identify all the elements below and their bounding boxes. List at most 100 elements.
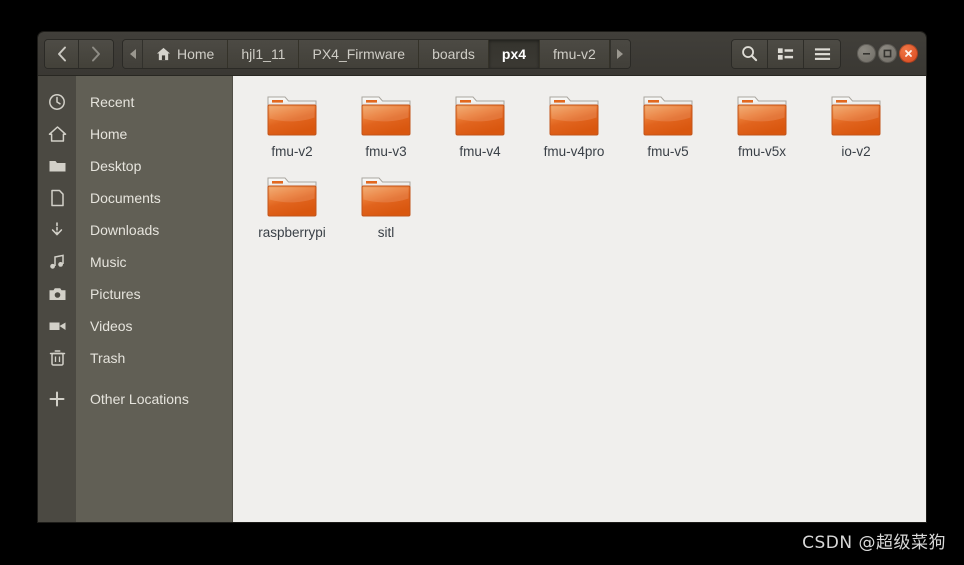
breadcrumb-item-px4-firmware[interactable]: PX4_Firmware <box>299 39 420 68</box>
hamburger-menu-icon <box>814 47 830 60</box>
sidebar-item-label: Recent <box>90 94 135 110</box>
folder-icon <box>737 96 787 136</box>
chevron-left-icon <box>57 46 66 61</box>
watermark: CSDN @超级菜狗 <box>802 533 946 553</box>
titlebar: Home hjl1_11 PX4_Firmware boards px4 fmu… <box>38 32 926 76</box>
scroll-path-left-button[interactable] <box>123 39 143 68</box>
file-label: io-v2 <box>841 144 871 159</box>
file-item[interactable]: sitl <box>339 171 433 240</box>
forward-button[interactable] <box>79 39 113 68</box>
folder-icon-wrapper <box>360 174 412 220</box>
search-icon <box>742 46 758 62</box>
sidebar-item-label: Videos <box>90 318 133 334</box>
rail-divider <box>38 374 76 383</box>
triangle-left-icon <box>129 48 136 59</box>
sidebar-item-label: Desktop <box>90 158 142 174</box>
minimize-icon <box>863 53 870 55</box>
sidebar-item-music[interactable]: Music <box>76 246 232 278</box>
sidebar-item-other-locations[interactable]: Other Locations <box>76 383 232 415</box>
file-item[interactable]: fmu-v4 <box>433 90 527 159</box>
folder-icon <box>831 96 881 136</box>
breadcrumb-item-hjl1_11[interactable]: hjl1_11 <box>228 39 300 68</box>
file-item[interactable]: fmu-v5x <box>715 90 809 159</box>
folder-icon <box>643 96 693 136</box>
breadcrumb: Home hjl1_11 PX4_Firmware boards px4 fmu… <box>122 38 631 69</box>
breadcrumb-item-home[interactable]: Home <box>143 39 229 68</box>
folder-icon <box>267 177 317 217</box>
plus-icon[interactable] <box>38 383 76 415</box>
folder-icon <box>549 96 599 136</box>
close-icon <box>905 50 912 57</box>
file-label: fmu-v5x <box>737 144 786 159</box>
file-label: fmu-v3 <box>365 144 407 159</box>
minimize-button[interactable] <box>857 44 876 63</box>
camera-icon[interactable] <box>38 278 76 310</box>
download-icon[interactable] <box>38 214 76 246</box>
menu-button[interactable] <box>804 39 840 68</box>
maximize-button[interactable] <box>878 44 897 63</box>
sidebar-item-trash[interactable]: Trash <box>76 342 232 374</box>
document-icon[interactable] <box>38 182 76 214</box>
file-item[interactable]: fmu-v5 <box>621 90 715 159</box>
scroll-path-right-button[interactable] <box>609 39 630 68</box>
sidebar-item-label: Documents <box>90 190 161 206</box>
breadcrumb-label: Home <box>177 45 215 62</box>
folder-icon-wrapper <box>736 93 788 139</box>
file-label: fmu-v4pro <box>543 144 605 159</box>
trash-icon[interactable] <box>38 342 76 374</box>
nav-button-group <box>44 38 114 69</box>
sidebar: Recent Home Desktop Documents Downloads … <box>76 76 233 522</box>
sidebar-item-downloads[interactable]: Downloads <box>76 214 232 246</box>
sidebar-item-pictures[interactable]: Pictures <box>76 278 232 310</box>
clock-icon[interactable] <box>38 86 76 118</box>
sidebar-item-label: Other Locations <box>90 391 189 407</box>
file-label: fmu-v2 <box>271 144 313 159</box>
video-camera-icon[interactable] <box>38 310 76 342</box>
breadcrumb-label: px4 <box>501 45 527 62</box>
sidebar-item-label: Home <box>90 126 128 142</box>
sidebar-item-label: Music <box>90 254 127 270</box>
window-body: Recent Home Desktop Documents Downloads … <box>38 76 926 522</box>
file-item[interactable]: fmu-v3 <box>339 90 433 159</box>
breadcrumb-item-fmu-v2[interactable]: fmu-v2 <box>540 39 610 68</box>
file-grid[interactable]: fmu-v2 fmu-v3 fmu-v4 fmu-v4pro fmu-v5 fm… <box>233 76 926 522</box>
home-icon[interactable] <box>38 118 76 150</box>
sidebar-icon-rail <box>38 76 76 522</box>
sidebar-item-videos[interactable]: Videos <box>76 310 232 342</box>
triangle-right-icon <box>617 48 624 59</box>
breadcrumb-label: fmu-v2 <box>553 45 596 62</box>
sidebar-item-label: Downloads <box>90 222 160 238</box>
maximize-icon <box>883 49 892 58</box>
sidebar-item-documents[interactable]: Documents <box>76 182 232 214</box>
breadcrumb-item-px4[interactable]: px4 <box>488 39 541 68</box>
breadcrumb-label: boards <box>432 45 475 62</box>
file-item[interactable]: raspberrypi <box>245 171 339 240</box>
file-item[interactable]: fmu-v2 <box>245 90 339 159</box>
close-button[interactable] <box>899 44 918 63</box>
file-item[interactable]: fmu-v4pro <box>527 90 621 159</box>
folder-icon <box>267 96 317 136</box>
folder-icon-wrapper <box>266 174 318 220</box>
folder-icon-wrapper <box>360 93 412 139</box>
folder-icon-wrapper <box>642 93 694 139</box>
search-button[interactable] <box>732 39 768 68</box>
folder-icon-wrapper <box>454 93 506 139</box>
music-note-icon[interactable] <box>38 246 76 278</box>
breadcrumb-label: hjl1_11 <box>241 45 286 62</box>
sidebar-item-label: Trash <box>90 350 126 366</box>
back-button[interactable] <box>45 39 79 68</box>
sidebar-item-home[interactable]: Home <box>76 118 232 150</box>
file-item[interactable]: io-v2 <box>809 90 903 159</box>
chevron-right-icon <box>92 46 100 61</box>
view-options-button[interactable] <box>768 39 804 68</box>
sidebar-item-recent[interactable]: Recent <box>76 86 232 118</box>
toolbar-buttons <box>731 38 841 69</box>
folder-icon[interactable] <box>38 150 76 182</box>
sidebar-item-desktop[interactable]: Desktop <box>76 150 232 182</box>
home-icon <box>156 47 171 60</box>
folder-icon-wrapper <box>830 93 882 139</box>
file-label: sitl <box>377 225 395 240</box>
folder-icon <box>455 96 505 136</box>
breadcrumb-item-boards[interactable]: boards <box>419 39 489 68</box>
file-manager-window: Home hjl1_11 PX4_Firmware boards px4 fmu… <box>38 32 926 522</box>
